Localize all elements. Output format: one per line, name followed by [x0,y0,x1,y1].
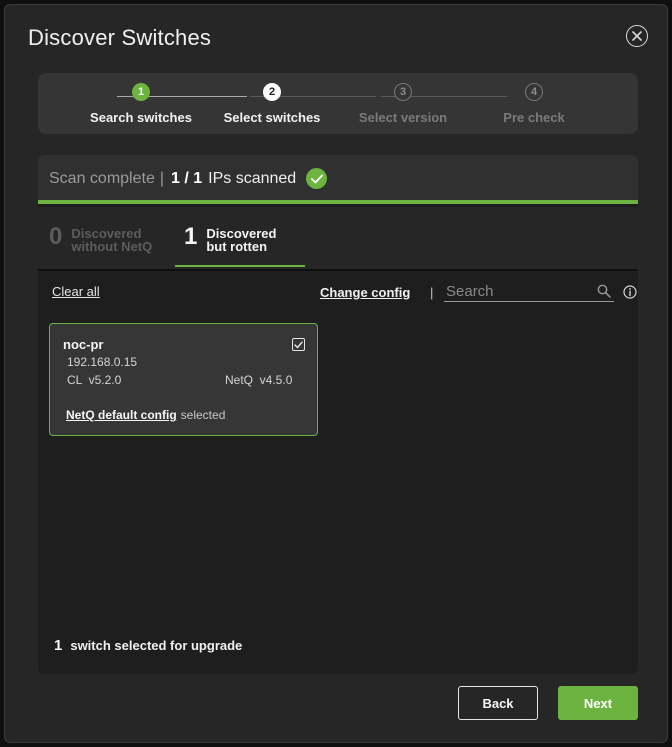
tabs-divider [38,269,638,271]
tab-discovered-without-netq[interactable]: 0 Discovered without NetQ [49,222,152,268]
check-circle-icon [306,168,328,189]
switch-cl-version: CL v5.2.0 [67,373,122,387]
discover-switches-dialog: Discover Switches 1 Search switches 2 Se… [4,4,668,743]
scan-progress-fill [38,200,638,204]
tab-count: 1 [184,223,198,250]
search-icon[interactable] [597,284,611,298]
selected-text: switch selected for upgrade [70,638,243,653]
clear-all-link[interactable]: Clear all [52,284,100,299]
step-number: 1 [132,83,150,101]
switch-selection-panel: Scan complete | 1 / 1 IPs scanned 0 Disc… [38,155,638,674]
switch-netq-version: NetQ v4.5.0 [225,373,293,387]
change-config-link[interactable]: Change config [320,285,410,300]
scan-status: Scan complete [49,169,155,187]
switch-name: noc-pr [63,337,104,352]
info-icon[interactable] [623,285,637,299]
search-input[interactable] [444,280,594,302]
step-number: 2 [263,83,281,101]
checkmark-icon [294,340,303,348]
close-icon [632,31,642,41]
active-tab-indicator [175,265,305,267]
toolbar-separator: | [430,285,434,300]
scan-label: IPs scanned [208,169,297,187]
step-label: Select switches [223,110,321,125]
scan-separator: | [159,169,164,187]
switch-ip: 192.168.0.15 [67,355,138,369]
selected-count: 1 [54,637,63,654]
step-number: 3 [394,83,412,101]
selection-toolbar: Clear all Change config | [38,275,638,311]
step-label: Pre check [503,110,565,125]
tab-label: Discovered without NetQ [71,226,153,254]
scan-progress-bar [38,200,638,204]
step-label: Select version [358,110,448,125]
scan-count: 1 / 1 [171,169,203,187]
step-label: Search switches [90,110,192,125]
next-button[interactable]: Next [558,686,638,720]
config-state: selected [180,408,226,422]
scan-status-header: Scan complete | 1 / 1 IPs scanned [38,155,638,200]
stepper: 1 Search switches 2 Select switches 3 Se… [38,73,638,134]
tab-count: 0 [49,223,63,250]
close-button[interactable] [626,25,648,47]
config-link[interactable]: NetQ default config [66,408,177,422]
switch-card[interactable]: noc-pr 192.168.0.15 CL v5.2.0 NetQ v4.5.… [49,323,318,436]
selection-summary: 1 switch selected for upgrade [54,637,242,654]
switch-config: NetQ default config selected [66,408,225,422]
switch-checkbox[interactable] [292,338,305,351]
search-box [444,280,614,302]
discovery-tabs: 0 Discovered without NetQ 1 Discovered but… [38,207,638,270]
back-button[interactable]: Back [458,686,538,720]
tab-label: Discovered but rotten [206,226,277,254]
step-number: 4 [525,83,543,101]
tab-discovered-but-rotten[interactable]: 1 Discovered but rotten [184,222,276,268]
dialog-title: Discover Switches [28,25,212,50]
